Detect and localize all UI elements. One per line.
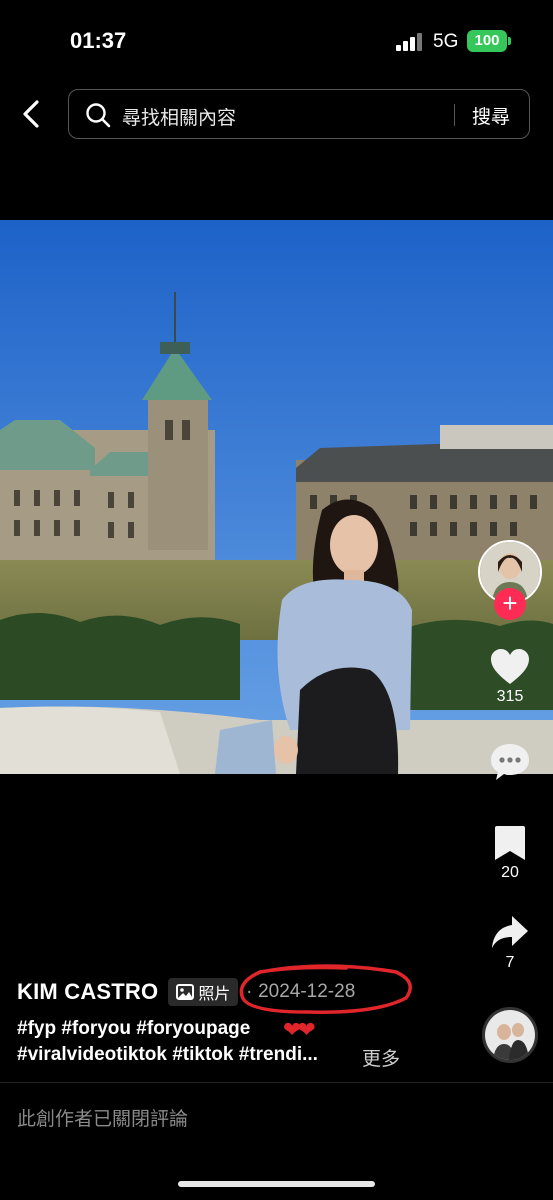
post-date: 2024-12-28: [258, 981, 356, 1002]
search-divider: [454, 104, 455, 126]
divider: [0, 1082, 553, 1083]
share-icon: [492, 916, 528, 948]
search-input[interactable]: 尋找相關內容: [122, 103, 236, 130]
search-icon: [86, 103, 111, 128]
photo-tag-label: 照片: [198, 984, 231, 1003]
heart-icon: [491, 649, 529, 684]
like-button[interactable]: 315: [480, 648, 540, 706]
post-photo[interactable]: [0, 220, 553, 774]
separator-dot: ·: [246, 981, 253, 1003]
status-bar: 01:37 5G 100: [0, 0, 553, 80]
comments-disabled-text: 此創作者已關閉評論: [17, 1108, 189, 1130]
search-bar[interactable]: 尋找相關內容 搜尋: [68, 89, 530, 139]
caption-hashtags-line1[interactable]: #fyp #foryou #foryoupage: [17, 1018, 250, 1040]
bookmark-icon: [495, 826, 525, 860]
music-cover-icon: [485, 1010, 535, 1060]
photo-tag: 照片: [168, 978, 239, 1006]
chevron-left-icon: [23, 100, 39, 128]
back-button[interactable]: [14, 96, 50, 132]
share-button[interactable]: 7: [480, 914, 540, 972]
comment-button[interactable]: [480, 742, 540, 782]
network-type: 5G: [433, 31, 459, 52]
author-row: KIM CASTRO 照片 · 2024-12-28: [17, 976, 355, 1008]
share-count: 7: [505, 954, 515, 971]
caption-more-link[interactable]: 更多: [362, 1044, 400, 1071]
music-disc[interactable]: [482, 1007, 538, 1063]
like-count: 315: [496, 688, 524, 705]
battery-tip: [508, 37, 511, 45]
comment-icon: [491, 744, 529, 780]
bookmark-count: 20: [501, 864, 519, 881]
search-button[interactable]: 搜尋: [472, 102, 510, 129]
status-time: 01:37: [70, 28, 127, 53]
bookmark-button[interactable]: 20: [480, 824, 540, 882]
signal-icon: [396, 33, 424, 51]
home-indicator[interactable]: [178, 1181, 375, 1187]
battery-icon: 100: [467, 30, 507, 52]
parliament-photo: [0, 220, 553, 774]
caption-hashtags-line2[interactable]: #viralvideotiktok #tiktok #trendi...: [17, 1044, 318, 1066]
caption-hearts: ❤❤: [283, 1018, 316, 1043]
follow-button[interactable]: +: [494, 588, 526, 620]
image-icon: [176, 984, 195, 1000]
author-name[interactable]: KIM CASTRO: [17, 979, 158, 1005]
